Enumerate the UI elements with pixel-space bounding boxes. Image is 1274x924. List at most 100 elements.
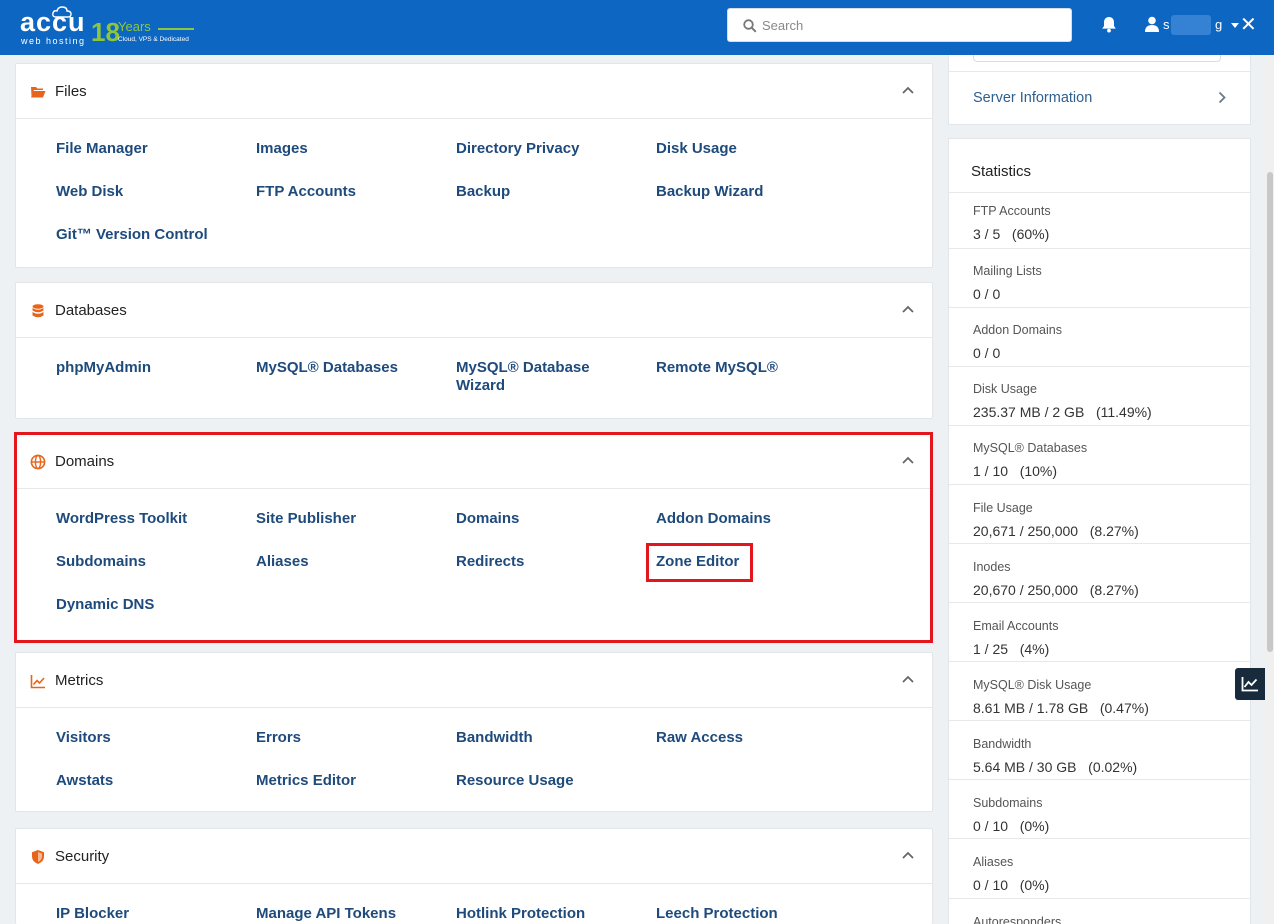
stat-value: 8.61 MB / 1.78 GB (0.47%): [973, 700, 1149, 716]
link-leech-protection[interactable]: Leech Protection: [656, 905, 778, 923]
stat-row: Addon Domains 0 / 0: [949, 308, 1250, 367]
link-ftp-accounts[interactable]: FTP Accounts: [256, 183, 356, 201]
shield-icon: [32, 850, 44, 864]
bell-icon[interactable]: [1101, 16, 1117, 33]
logo-main-text: accu: [20, 7, 86, 37]
link-backup-wizard[interactable]: Backup Wizard: [656, 183, 763, 201]
chevron-up-icon[interactable]: [902, 851, 914, 859]
user-name-initial: s: [1163, 17, 1170, 32]
stat-value: 0 / 10 (0%): [973, 877, 1050, 893]
link-web-disk[interactable]: Web Disk: [56, 183, 123, 201]
link-errors[interactable]: Errors: [256, 729, 301, 747]
stat-label: Email Accounts: [973, 619, 1059, 633]
cut-off-field: [973, 55, 1221, 62]
stat-value: 5.64 MB / 30 GB (0.02%): [973, 759, 1138, 775]
stat-value: 20,671 / 250,000 (8.27%): [973, 523, 1139, 539]
link-git-version-control[interactable]: Git™ Version Control: [56, 226, 208, 244]
stat-row: Disk Usage 235.37 MB / 2 GB (11.49%): [949, 367, 1250, 426]
databases-title: Databases: [55, 302, 127, 319]
stat-label: Inodes: [973, 560, 1011, 574]
link-phpmyadmin[interactable]: phpMyAdmin: [56, 359, 151, 377]
folder-open-icon: [31, 87, 46, 98]
stat-row: FTP Accounts 3 / 5 (60%): [949, 193, 1250, 249]
chart-line-icon: [30, 675, 45, 689]
accu-logo[interactable]: accu web hosting 18 Years Cloud, VPS & D…: [18, 6, 198, 48]
stat-row: Subdomains 0 / 10 (0%): [949, 780, 1250, 839]
databases-panel-header[interactable]: Databases: [16, 283, 932, 338]
link-ip-blocker[interactable]: IP Blocker: [56, 905, 129, 923]
stat-label: Autoresponders: [973, 915, 1062, 924]
stat-value: 1 / 25 (4%): [973, 641, 1050, 657]
stat-row: MySQL® Databases 1 / 10 (10%): [949, 426, 1250, 485]
search-box[interactable]: [727, 8, 1072, 42]
link-remote-mysql[interactable]: Remote MySQL®: [656, 359, 778, 377]
stat-label: MySQL® Databases: [973, 441, 1088, 455]
redacted-username: [1171, 15, 1211, 35]
stat-row: Inodes 20,670 / 250,000 (8.27%): [949, 544, 1250, 603]
logo-sub-text: web hosting: [21, 36, 86, 46]
link-awstats[interactable]: Awstats: [56, 772, 113, 790]
user-name-suffix: g: [1215, 17, 1223, 32]
files-title: Files: [55, 83, 87, 100]
link-hotlink-protection[interactable]: Hotlink Protection: [456, 905, 585, 923]
stat-value: 0 / 0: [973, 345, 1001, 361]
link-disk-usage[interactable]: Disk Usage: [656, 140, 737, 158]
stat-label: MySQL® Disk Usage: [973, 678, 1092, 692]
stat-row: MySQL® Disk Usage 8.61 MB / 1.78 GB (0.4…: [949, 662, 1250, 721]
link-visitors[interactable]: Visitors: [56, 729, 111, 747]
stat-label: Disk Usage: [973, 382, 1037, 396]
server-information-link[interactable]: Server Information: [973, 89, 1092, 107]
stat-label: Addon Domains: [973, 323, 1062, 337]
stat-label: Bandwidth: [973, 737, 1032, 751]
stat-row: Email Accounts 1 / 25 (4%): [949, 603, 1250, 662]
chevron-up-icon[interactable]: [902, 305, 914, 313]
link-metrics-editor[interactable]: Metrics Editor: [256, 772, 356, 790]
stat-value: 20,670 / 250,000 (8.27%): [973, 582, 1139, 598]
stat-value: 1 / 10 (10%): [973, 463, 1058, 479]
stat-row: Mailing Lists 0 / 0: [949, 249, 1250, 308]
link-file-manager[interactable]: File Manager: [56, 140, 148, 158]
link-directory-privacy[interactable]: Directory Privacy: [456, 140, 579, 158]
chevron-up-icon[interactable]: [902, 675, 914, 683]
stat-value: 0 / 0: [973, 286, 1001, 302]
databases-panel: Databases phpMyAdmin MySQL® Databases My…: [15, 282, 933, 419]
stat-row: Aliases 0 / 10 (0%): [949, 839, 1250, 899]
metrics-panel: Metrics Visitors Errors Bandwidth Raw Ac…: [15, 652, 933, 812]
link-images[interactable]: Images: [256, 140, 308, 158]
logo-years-word: Years: [118, 19, 151, 34]
stat-value: 0 / 10 (0%): [973, 818, 1050, 834]
search-input[interactable]: [762, 9, 1062, 41]
link-resource-usage[interactable]: Resource Usage: [456, 772, 574, 790]
logo-tagline: Cloud, VPS & Dedicated: [118, 36, 189, 43]
security-panel-header[interactable]: Security: [16, 829, 932, 884]
stat-label: File Usage: [973, 501, 1033, 515]
logo-line: [158, 28, 194, 30]
chevron-up-icon[interactable]: [902, 86, 914, 94]
stat-label: Aliases: [973, 855, 1014, 869]
top-bar: accu web hosting 18 Years Cloud, VPS & D…: [0, 0, 1274, 55]
scrollbar-thumb[interactable]: [1267, 172, 1273, 652]
security-title: Security: [55, 848, 110, 865]
files-panel-header[interactable]: Files: [16, 64, 932, 119]
general-info-card: Server Information: [948, 55, 1251, 125]
link-bandwidth[interactable]: Bandwidth: [456, 729, 533, 747]
zone-editor-highlight-box: [646, 543, 753, 582]
stat-label: FTP Accounts: [973, 204, 1051, 218]
link-backup[interactable]: Backup: [456, 183, 510, 201]
metrics-panel-header[interactable]: Metrics: [16, 653, 932, 708]
statistics-card: Statistics FTP Accounts 3 / 5 (60%) Mail…: [948, 138, 1251, 924]
close-icon[interactable]: ✕: [1240, 15, 1257, 35]
floating-stats-button[interactable]: [1235, 668, 1265, 700]
link-mysql-databases[interactable]: MySQL® Databases: [256, 359, 398, 377]
user-menu[interactable]: s g: [1145, 15, 1240, 37]
link-mysql-database-wizard[interactable]: MySQL® Database Wizard: [456, 359, 616, 395]
stat-value: 3 / 5 (60%): [973, 226, 1050, 242]
link-raw-access[interactable]: Raw Access: [656, 729, 743, 747]
chevron-right-icon[interactable]: [1218, 91, 1226, 104]
caret-down-icon: [1231, 23, 1239, 28]
link-manage-api-tokens[interactable]: Manage API Tokens: [256, 905, 396, 923]
chart-line-icon: [1241, 677, 1258, 692]
files-panel: Files File Manager Images Directory Priv…: [15, 63, 933, 268]
stat-row: File Usage 20,671 / 250,000 (8.27%): [949, 485, 1250, 544]
security-panel: Security IP Blocker Manage API Tokens Ho…: [15, 828, 933, 924]
